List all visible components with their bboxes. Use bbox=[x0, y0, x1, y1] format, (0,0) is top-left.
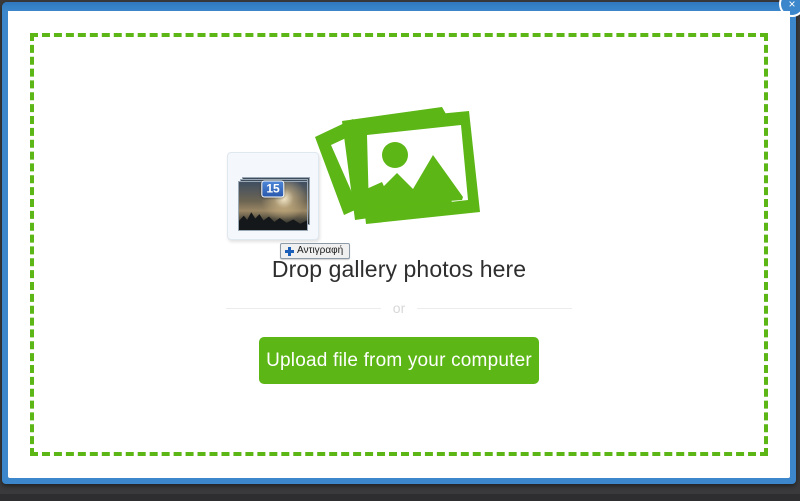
drag-ghost-photo-stack: 15 bbox=[227, 152, 319, 240]
dialog-titlebar[interactable] bbox=[2, 2, 796, 11]
desktop-taskbar-strip bbox=[0, 494, 800, 501]
upload-dialog-window: × Drop gallery photos here or Upload fil… bbox=[2, 0, 800, 484]
divider-label: or bbox=[392, 300, 406, 316]
or-divider: or bbox=[226, 300, 573, 316]
divider-line-left bbox=[226, 307, 381, 309]
gallery-photos-icon bbox=[309, 99, 489, 244]
drag-photo-count-badge: 15 bbox=[261, 180, 285, 198]
divider-line-right bbox=[417, 307, 573, 309]
drag-action-badge: Αντιγραφή bbox=[280, 243, 351, 259]
plus-icon bbox=[285, 246, 294, 256]
dialog-body: Drop gallery photos here or Upload file … bbox=[8, 11, 790, 478]
close-icon: × bbox=[788, 0, 796, 11]
drag-action-label: Αντιγραφή bbox=[297, 245, 344, 256]
photo-dropzone[interactable]: Drop gallery photos here or Upload file … bbox=[30, 33, 768, 456]
drop-instruction-label: Drop gallery photos here bbox=[271, 256, 527, 282]
upload-file-button[interactable]: Upload file from your computer bbox=[259, 337, 539, 384]
